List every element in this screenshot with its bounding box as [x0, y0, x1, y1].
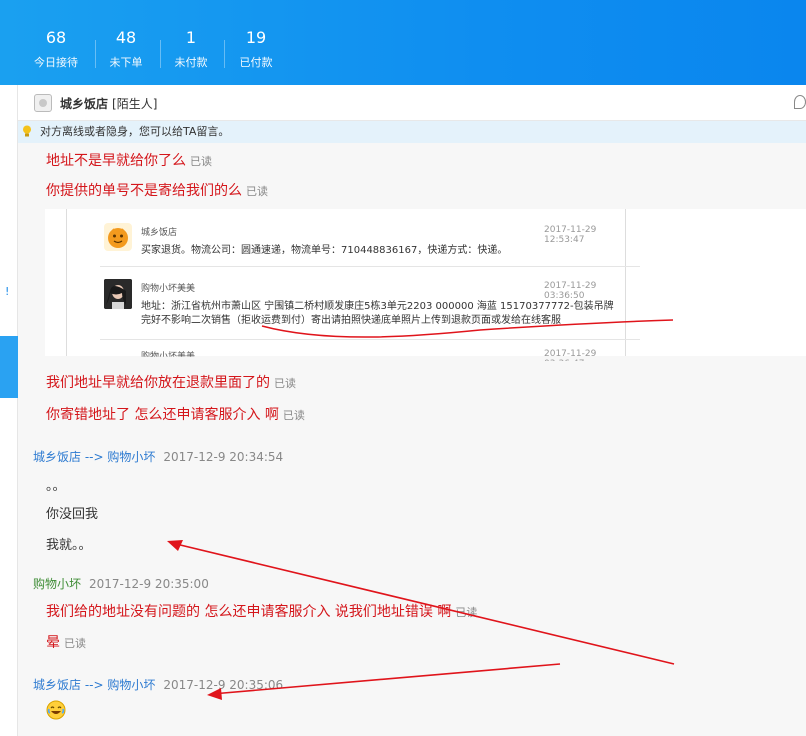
message-meta: 城乡饭店 --> 购物小坏 2017-12-9 20:35:06 — [33, 676, 283, 693]
message-text: 我们给的地址没有问题的 怎么还申请客服介入 说我们地址错误 啊 — [46, 604, 452, 620]
stat-value: 68 — [45, 28, 67, 47]
read-status: 已读 — [190, 155, 212, 168]
stat-value: 48 — [115, 28, 137, 47]
message-time: 2017-12-9 20:35:00 — [89, 577, 209, 591]
stat-value: 1 — [185, 28, 197, 47]
screenshot-divider — [100, 266, 640, 267]
alert-mark: ! — [5, 285, 10, 298]
notice-text: 对方离线或者隐身，您可以给TA留言。 — [40, 125, 230, 138]
screenshot-frame: 城乡饭店 2017-11-29 12:53:47 买家退货。物流公司：圆通速递，… — [66, 209, 640, 361]
stat-today-received[interactable]: 68 今日接待 — [22, 28, 90, 70]
message-text: 晕 — [46, 635, 60, 651]
user-avatar-icon — [104, 279, 132, 309]
message-text: 。。 — [46, 479, 66, 494]
stat-value: 19 — [245, 28, 267, 47]
offline-notice: 对方离线或者隐身，您可以给TA留言。 — [18, 121, 806, 143]
stat-unpaid[interactable]: 1 未付款 — [157, 28, 225, 70]
shop-avatar-icon — [104, 223, 132, 251]
chat-contact-name[interactable]: 城乡饭店 [陌生人] — [60, 95, 157, 112]
screenshot-sender: 购物小坏美美 — [141, 284, 196, 294]
stat-label: 未付款 — [174, 56, 208, 69]
chat-bubble-icon[interactable] — [794, 95, 806, 109]
read-status: 已读 — [282, 409, 305, 422]
chat-image-screenshot[interactable]: 城乡饭店 2017-11-29 12:53:47 买家退货。物流公司：圆通速递，… — [45, 209, 806, 361]
message-text: 你寄错地址了 怎么还申请客服介入 啊 — [46, 407, 279, 423]
contact-tag: [陌生人] — [112, 97, 158, 111]
message-meta: 城乡饭店 --> 购物小坏 2017-12-9 20:34:54 — [33, 448, 283, 465]
stat-label: 已付款 — [239, 56, 273, 69]
message-bubble: 我们地址早就给你放在退款里面了的 已读 — [46, 372, 296, 392]
message-bubble: 你提供的单号不是寄给我们的么 已读 — [46, 180, 268, 200]
laugh-cry-emoji-icon — [46, 700, 66, 720]
message-bubble: 我们给的地址没有问题的 怎么还申请客服介入 说我们地址错误 啊已读 — [46, 601, 477, 621]
message-bubble: 晕已读 — [46, 632, 86, 652]
screenshot-text: 买家退货。物流公司：圆通速递，物流单号：710448836167，快递方式：快递… — [141, 245, 508, 256]
message-text: 你提供的单号不是寄给我们的么 — [46, 183, 242, 199]
message-bubble: 你寄错地址了 怎么还申请客服介入 啊已读 — [46, 404, 305, 424]
screenshot-time: 2017-11-29 12:53:47 — [544, 225, 597, 245]
screenshot-divider — [100, 339, 640, 340]
message-text: 地址不是早就给你了么 — [46, 153, 186, 169]
message-text: 我们地址早就给你放在退款里面了的 — [46, 375, 270, 391]
contact-name: 城乡饭店 — [60, 97, 109, 111]
stat-label: 今日接待 — [34, 56, 78, 69]
shop-avatar-icon[interactable] — [34, 94, 52, 112]
read-status: 已读 — [274, 377, 296, 390]
screenshot-text: 完好不影响二次销售（拒收运费到付）寄出请拍照快递底单照片上传到退款页面或发给在线… — [141, 315, 561, 326]
stats-bar: 68 今日接待 48 未下单 1 未付款 19 已付款 — [0, 0, 806, 85]
read-status: 已读 — [64, 637, 86, 650]
message-time: 2017-12-9 20:34:54 — [163, 450, 284, 464]
message-bubble: 地址不是早就给你了么 已读 — [46, 150, 212, 170]
contact-list-edge: ! — [0, 85, 18, 736]
screenshot-sender: 城乡饭店 — [141, 228, 178, 238]
message-text: 你没回我 — [46, 507, 99, 522]
stat-not-ordered[interactable]: 48 未下单 — [92, 28, 160, 70]
chat-header: 城乡饭店 [陌生人] — [18, 85, 806, 121]
read-status: 已读 — [246, 185, 268, 198]
stat-paid[interactable]: 19 已付款 — [222, 28, 290, 70]
screenshot-text: 地址：浙江省杭州市萧山区 宁围镇二桥村顺发康庄5栋3单元2203 000000 … — [141, 301, 614, 312]
lightbulb-icon — [23, 125, 31, 137]
read-status: 已读 — [455, 606, 478, 619]
sender-link[interactable]: 城乡饭店 --> 购物小坏 — [33, 678, 155, 692]
selected-contact-highlight[interactable] — [0, 336, 18, 398]
message-time: 2017-12-9 20:35:06 — [163, 678, 284, 692]
sender-link[interactable]: 城乡饭店 --> 购物小坏 — [33, 450, 155, 464]
sender-name[interactable]: 购物小坏 — [33, 577, 81, 591]
stat-label: 未下单 — [109, 56, 143, 69]
message-text: 我就。。 — [46, 538, 92, 553]
message-meta: 购物小坏 2017-12-9 20:35:00 — [33, 575, 209, 592]
